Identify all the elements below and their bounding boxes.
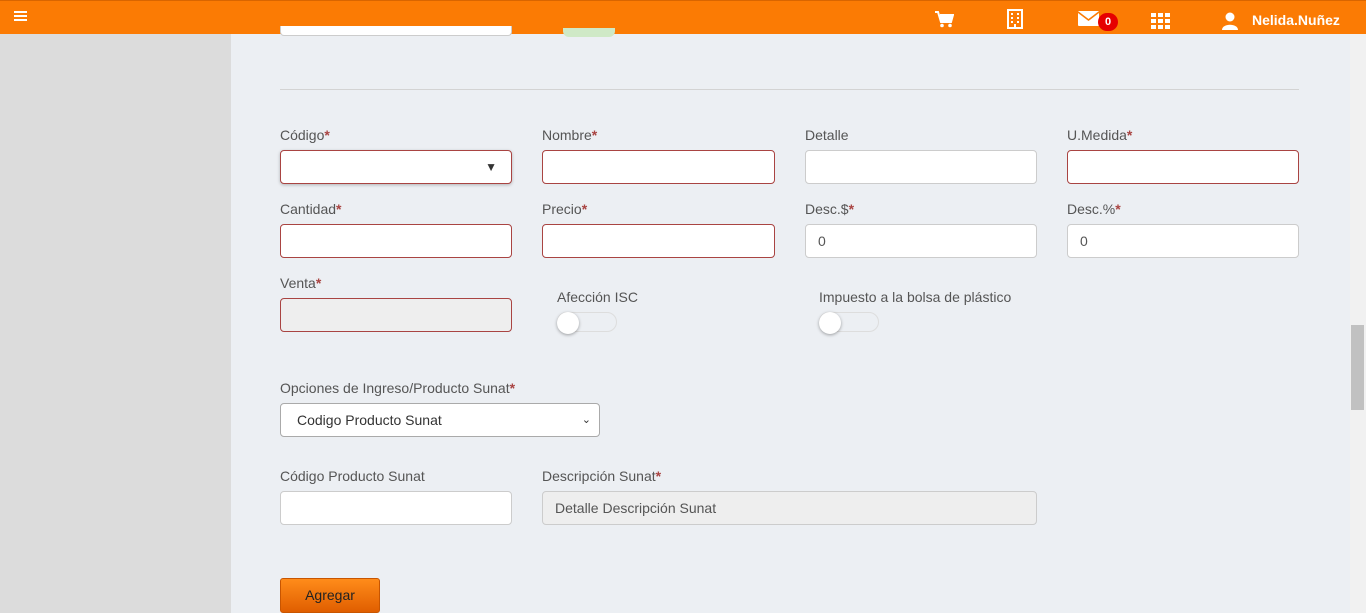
umedida-input[interactable] [1067, 150, 1299, 184]
building-icon[interactable] [1007, 9, 1023, 29]
cut-off-toggle[interactable] [563, 28, 615, 37]
impuesto-bolsa-label: Impuesto a la bolsa de plástico [819, 289, 1012, 305]
envelope-icon[interactable] [1078, 11, 1099, 26]
nombre-label: Nombre* [542, 127, 598, 143]
top-navbar: 0 Nelida.Nuñez [0, 0, 1366, 34]
descripcion-sunat-input: Detalle Descripción Sunat [542, 491, 1037, 525]
toggle-knob [557, 312, 579, 334]
dropdown-arrow-icon: ▼ [485, 160, 497, 174]
desc-monto-label: Desc.$* [805, 201, 855, 217]
hamburger-menu-icon[interactable] [14, 9, 32, 27]
desc-pct-label: Desc.%* [1067, 201, 1121, 217]
venta-label: Venta* [280, 275, 322, 291]
codigo-sunat-label: Código Producto Sunat [280, 468, 425, 484]
opciones-sunat-label: Opciones de Ingreso/Producto Sunat* [280, 380, 516, 396]
detalle-input[interactable] [805, 150, 1037, 184]
afeccion-isc-toggle[interactable] [557, 312, 617, 334]
descripcion-sunat-label: Descripción Sunat* [542, 468, 662, 484]
notification-badge[interactable]: 0 [1098, 13, 1118, 31]
scrollbar-track[interactable] [1350, 34, 1366, 613]
afeccion-isc-label: Afección ISC [557, 289, 638, 305]
cantidad-label: Cantidad* [280, 201, 342, 217]
opciones-sunat-select[interactable]: Codigo Producto Sunat ⌄ [280, 403, 600, 437]
chevron-down-icon: ⌄ [581, 414, 591, 426]
desc-pct-input[interactable]: 0 [1067, 224, 1299, 258]
codigo-select[interactable]: ▼ [280, 150, 512, 184]
cart-icon[interactable] [935, 11, 954, 28]
desc-monto-input[interactable]: 0 [805, 224, 1037, 258]
codigo-sunat-input[interactable] [280, 491, 512, 525]
precio-input[interactable] [542, 224, 775, 258]
precio-label: Precio* [542, 201, 588, 217]
user-icon[interactable] [1222, 12, 1238, 30]
cut-off-input[interactable] [280, 26, 512, 36]
section-divider [280, 89, 1299, 90]
scrollbar-thumb[interactable] [1351, 325, 1364, 410]
grid-icon[interactable] [1151, 13, 1170, 29]
venta-input [280, 298, 512, 332]
sidebar [0, 34, 231, 613]
user-name[interactable]: Nelida.Nuñez [1252, 12, 1340, 28]
umedida-label: U.Medida* [1067, 127, 1133, 143]
detalle-label: Detalle [805, 127, 849, 143]
cantidad-input[interactable] [280, 224, 512, 258]
impuesto-bolsa-toggle[interactable] [819, 312, 879, 334]
agregar-button[interactable]: Agregar [280, 578, 380, 613]
nombre-input[interactable] [542, 150, 775, 184]
toggle-knob [819, 312, 841, 334]
codigo-label: Código* [280, 127, 330, 143]
